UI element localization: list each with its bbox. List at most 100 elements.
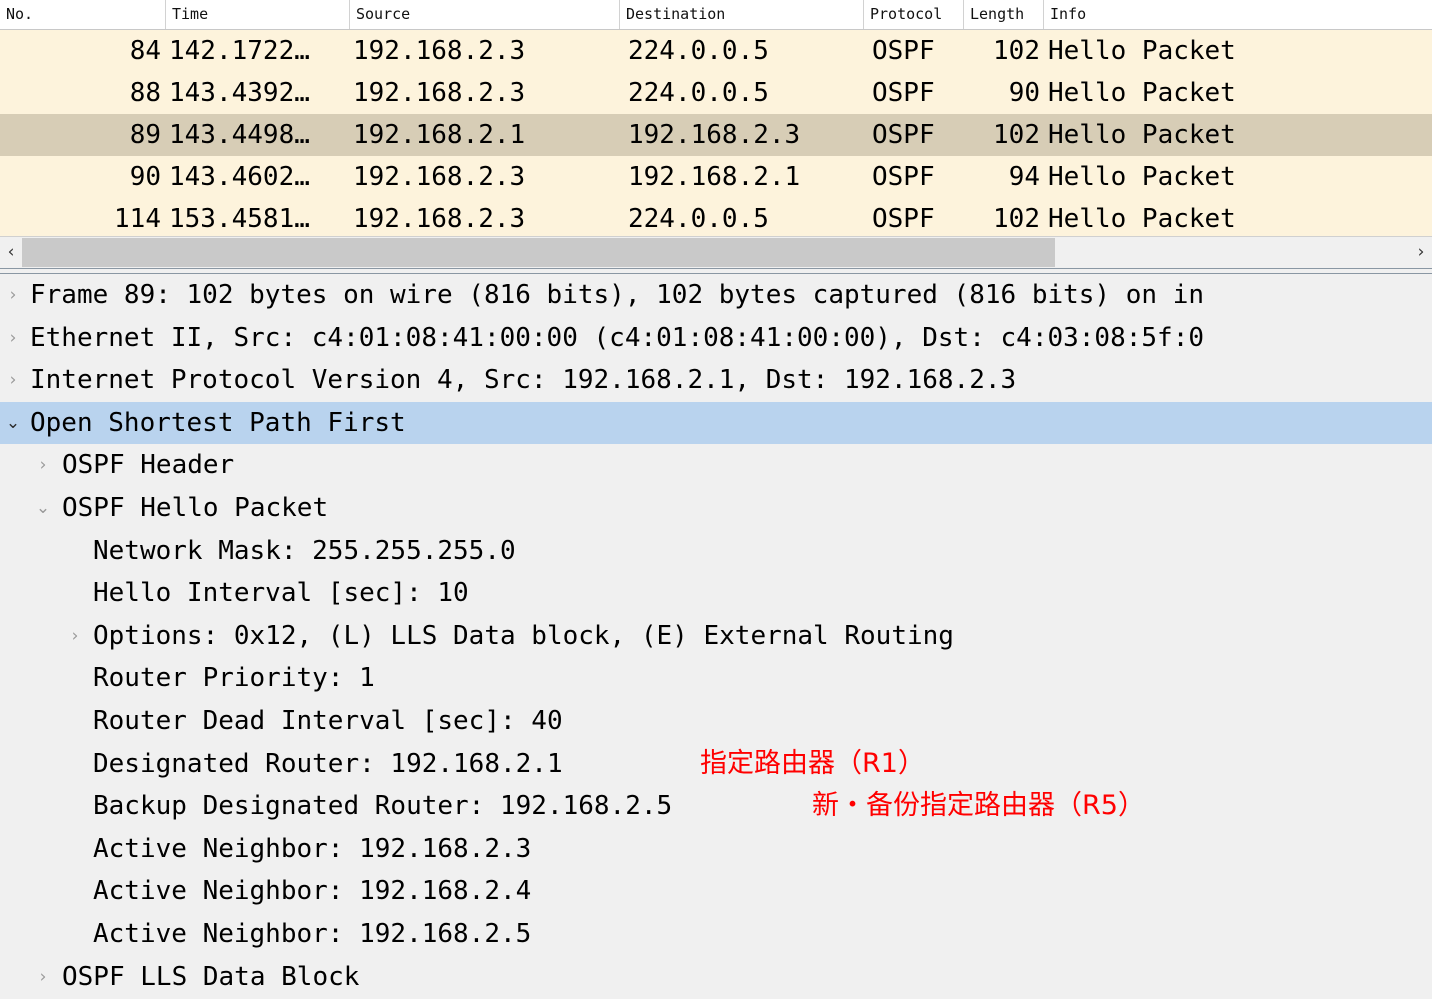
detail-tree-row[interactable]: Hello Interval [sec]: 10 bbox=[0, 572, 1432, 615]
detail-tree-row[interactable]: › Options: 0x12, (L) LLS Data block, (E) … bbox=[0, 615, 1432, 658]
packet-cell-info: Hello Packet bbox=[1048, 162, 1236, 192]
packet-cell-info: Hello Packet bbox=[1048, 78, 1236, 108]
packet-row[interactable]: 88 143.4392… 192.168.2.3 224.0.0.5 OSPF 90 Hel… bbox=[0, 72, 1432, 114]
detail-tree-label: OSPF Header bbox=[62, 450, 235, 481]
packet-cell-protocol: OSPF bbox=[872, 78, 935, 108]
column-header-protocol[interactable]: Protocol bbox=[864, 0, 964, 29]
scroll-left-arrow-icon[interactable]: ‹ bbox=[0, 237, 22, 268]
packet-cell-no: 114 bbox=[114, 204, 161, 234]
packet-cell-length: 102 bbox=[993, 204, 1040, 234]
packet-cell-destination: 192.168.2.1 bbox=[628, 162, 801, 192]
packet-cell-protocol: OSPF bbox=[872, 36, 935, 66]
column-header-source[interactable]: Source bbox=[350, 0, 620, 29]
detail-tree-label: Options: 0x12, (L) LLS Data block, (E) E… bbox=[93, 620, 954, 651]
packet-detail-pane[interactable]: › Frame 89: 102 bytes on wire (816 bits),… bbox=[0, 274, 1432, 999]
detail-tree-label: Frame 89: 102 bytes on wire (816 bits), … bbox=[30, 280, 1204, 310]
chevron-right-icon[interactable]: › bbox=[32, 444, 54, 487]
packet-list-rows[interactable]: 84 142.1722… 192.168.2.3 224.0.0.5 OSPF 102 He… bbox=[0, 30, 1432, 236]
chevron-right-icon[interactable]: › bbox=[2, 317, 24, 360]
packet-cell-length: 90 bbox=[1008, 78, 1040, 108]
annotation-note: 指定路由器（R1） bbox=[700, 747, 925, 779]
packet-cell-length: 102 bbox=[993, 120, 1040, 150]
packet-cell-info: Hello Packet bbox=[1048, 120, 1236, 150]
detail-tree-label: Router Priority: 1 bbox=[93, 663, 375, 694]
annotation-note: 新・备份指定路由器（R5） bbox=[812, 790, 1145, 822]
detail-tree-label: Active Neighbor: 192.168.2.4 bbox=[93, 876, 532, 907]
detail-tree-row[interactable]: Designated Router: 192.168.2.1 指定路由器（R1） bbox=[0, 743, 1432, 786]
packet-cell-time: 143.4392… bbox=[169, 78, 310, 108]
detail-tree-row[interactable]: Active Neighbor: 192.168.2.4 bbox=[0, 870, 1432, 913]
column-header-time[interactable]: Time bbox=[166, 0, 350, 29]
chevron-right-icon[interactable]: › bbox=[2, 274, 24, 317]
packet-cell-destination: 192.168.2.3 bbox=[628, 120, 801, 150]
packet-cell-length: 94 bbox=[1008, 162, 1040, 192]
chevron-down-icon[interactable]: ⌄ bbox=[2, 402, 24, 445]
detail-tree-label: Designated Router: 192.168.2.1 bbox=[93, 748, 563, 779]
detail-tree-label: Internet Protocol Version 4, Src: 192.16… bbox=[30, 365, 1017, 396]
packet-cell-info: Hello Packet bbox=[1048, 36, 1236, 66]
detail-tree-row[interactable]: › OSPF Header bbox=[0, 444, 1432, 487]
packet-cell-protocol: OSPF bbox=[872, 204, 935, 234]
chevron-right-icon[interactable]: › bbox=[2, 359, 24, 402]
detail-tree-label: Open Shortest Path First bbox=[30, 407, 406, 438]
scrollbar-thumb[interactable] bbox=[22, 238, 1055, 267]
detail-tree-label: Active Neighbor: 192.168.2.5 bbox=[93, 918, 532, 949]
packet-row[interactable]: 114 153.4581… 192.168.2.3 224.0.0.5 OSPF 102 H… bbox=[0, 198, 1432, 236]
packet-cell-no: 88 bbox=[129, 78, 161, 108]
packet-cell-protocol: OSPF bbox=[872, 162, 935, 192]
horizontal-scrollbar[interactable]: ‹ › bbox=[0, 236, 1432, 268]
detail-tree-row[interactable]: › Ethernet II, Src: c4:01:08:41:00:00 (c4… bbox=[0, 317, 1432, 360]
packet-cell-time: 153.4581… bbox=[169, 204, 310, 234]
column-header-no[interactable]: No. bbox=[0, 0, 166, 29]
detail-tree-label: OSPF LLS Data Block bbox=[62, 961, 360, 992]
detail-tree-row[interactable]: ⌄ Open Shortest Path First bbox=[0, 401, 1432, 445]
detail-tree-label: Router Dead Interval [sec]: 40 bbox=[93, 705, 563, 736]
scroll-right-arrow-icon[interactable]: › bbox=[1410, 237, 1432, 268]
detail-tree-row[interactable]: ⌄ OSPF Hello Packet bbox=[0, 487, 1432, 530]
packet-cell-source: 192.168.2.3 bbox=[353, 162, 526, 192]
packet-list-pane[interactable]: No. Time Source Destination Protocol Length In… bbox=[0, 0, 1432, 236]
packet-list-header[interactable]: No. Time Source Destination Protocol Length In… bbox=[0, 0, 1432, 30]
packet-cell-source: 192.168.2.3 bbox=[353, 36, 526, 66]
packet-cell-source: 192.168.2.1 bbox=[353, 120, 526, 150]
detail-tree-row[interactable]: Router Priority: 1 bbox=[0, 657, 1432, 700]
column-header-destination[interactable]: Destination bbox=[620, 0, 864, 29]
chevron-right-icon[interactable]: › bbox=[64, 615, 86, 658]
detail-tree-row[interactable]: Active Neighbor: 192.168.2.3 bbox=[0, 828, 1432, 871]
column-header-info[interactable]: Info bbox=[1044, 0, 1432, 29]
chevron-down-icon[interactable]: ⌄ bbox=[32, 487, 54, 530]
packet-cell-no: 89 bbox=[129, 120, 161, 150]
packet-cell-no: 90 bbox=[129, 162, 161, 192]
column-header-length[interactable]: Length bbox=[964, 0, 1044, 29]
detail-tree-row[interactable]: › Internet Protocol Version 4, Src: 192.1… bbox=[0, 359, 1432, 402]
detail-tree-row[interactable]: Network Mask: 255.255.255.0 bbox=[0, 530, 1432, 573]
detail-tree-label: Hello Interval [sec]: 10 bbox=[93, 578, 469, 609]
packet-row[interactable]: 89 143.4498… 192.168.2.1 192.168.2.3 OSPF 102… bbox=[0, 114, 1432, 156]
packet-row[interactable]: 84 142.1722… 192.168.2.3 224.0.0.5 OSPF 102 He… bbox=[0, 30, 1432, 72]
packet-cell-source: 192.168.2.3 bbox=[353, 204, 526, 234]
packet-cell-info: Hello Packet bbox=[1048, 204, 1236, 234]
detail-tree-row[interactable]: Backup Designated Router: 192.168.2.5 新・备… bbox=[0, 785, 1432, 828]
packet-cell-destination: 224.0.0.5 bbox=[628, 78, 769, 108]
detail-tree-label: Active Neighbor: 192.168.2.3 bbox=[93, 833, 532, 864]
packet-cell-protocol: OSPF bbox=[872, 120, 935, 150]
packet-cell-destination: 224.0.0.5 bbox=[628, 204, 769, 234]
packet-cell-source: 192.168.2.3 bbox=[353, 78, 526, 108]
detail-tree-row[interactable]: Active Neighbor: 192.168.2.5 bbox=[0, 913, 1432, 956]
detail-tree-row[interactable]: › OSPF LLS Data Block bbox=[0, 956, 1432, 999]
detail-tree-row[interactable]: Router Dead Interval [sec]: 40 bbox=[0, 700, 1432, 743]
packet-row[interactable]: 90 143.4602… 192.168.2.3 192.168.2.1 OSPF 94 H… bbox=[0, 156, 1432, 198]
detail-tree-label: Ethernet II, Src: c4:01:08:41:00:00 (c4:… bbox=[30, 322, 1204, 353]
packet-cell-destination: 224.0.0.5 bbox=[628, 36, 769, 66]
chevron-right-icon[interactable]: › bbox=[32, 956, 54, 999]
detail-tree-row[interactable]: › Frame 89: 102 bytes on wire (816 bits),… bbox=[0, 274, 1432, 317]
detail-tree-label: OSPF Hello Packet bbox=[62, 492, 329, 523]
